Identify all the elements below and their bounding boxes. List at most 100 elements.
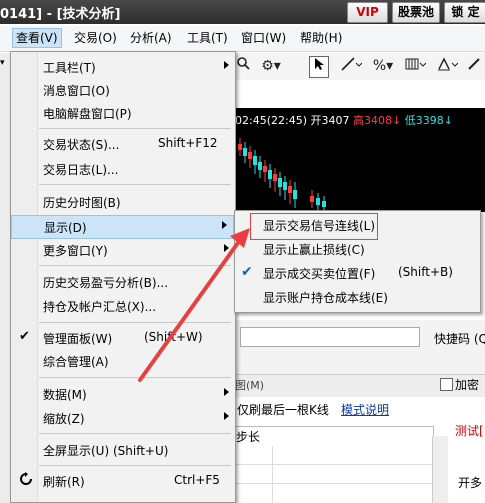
menu-item-label: 持仓及帐户汇总(X)... [43, 300, 157, 314]
chart-open: 开3407 [310, 114, 350, 127]
menu-item-shortcut: Ctrl+F5 [174, 473, 220, 487]
submenu-item-stop-lines[interactable]: 显示止赢止损线(C) [235, 237, 480, 261]
menu-item-shortcut: Shift+F12 [158, 136, 218, 150]
menu-separator [39, 128, 231, 129]
window-title: 0141] - [技术分析] [0, 7, 121, 22]
grid-scrollbar[interactable] [432, 436, 448, 503]
submenu-arrow-icon [224, 244, 229, 252]
checkmark-icon: ✔ [241, 264, 253, 280]
ruler-tool-icon[interactable] [465, 56, 483, 76]
annotation-highlight-box [250, 213, 378, 240]
test-label: 测试[ [455, 424, 484, 438]
submenu-arrow-icon [224, 388, 229, 396]
encrypt-checkbox[interactable] [440, 378, 453, 391]
menu-item-label: 刷新(R) [43, 475, 85, 489]
menu-item-trade-status[interactable]: 交易状态(S)... Shift+F12 [11, 133, 235, 155]
chart-time: 02:45(22:45) [235, 114, 307, 127]
menu-item-message-window[interactable]: 消息窗口(O) [11, 79, 235, 101]
down-arrow-icon: ↓ [443, 114, 453, 127]
menu-item-label: 数据(M) [43, 388, 87, 402]
cursor-icon[interactable] [309, 56, 329, 78]
menu-item-analysis-window[interactable]: 电脑解盘窗口(P) [11, 102, 235, 124]
menu-window[interactable]: 窗口(W) [238, 29, 289, 47]
menu-bar: 查看(V) 交易(O) 分析(A) 工具(T) 窗口(W) 帮助(H) [0, 26, 485, 52]
submenu-item-shortcut: (Shift+B) [398, 265, 453, 279]
view-menu-dropdown: 工具栏(T) 消息窗口(O) 电脑解盘窗口(P) 交易状态(S)... Shif… [10, 51, 236, 503]
fibonacci-tool-icon[interactable] [402, 56, 428, 76]
menu-item-fullscreen[interactable]: 全屏显示(U) (Shift+U) [11, 439, 235, 461]
menu-item-label: 交易日志(L)... [43, 163, 119, 177]
menu-item-label: 管理面板(W) [43, 332, 113, 346]
menu-item-label: 电脑解盘窗口(P) [43, 107, 132, 121]
chart-high: 高3408 [352, 114, 392, 127]
menu-separator [39, 265, 231, 266]
only-last-k-option[interactable]: 仅刷最后一根K线 [237, 401, 329, 418]
settings-gear-icon[interactable]: ⚙▾ [258, 56, 284, 76]
menu-item-history-time-chart[interactable]: 历史分时图(B) [11, 191, 235, 213]
param-grid[interactable] [232, 446, 432, 503]
menu-separator [39, 184, 231, 185]
down-arrow-icon: ↓ [391, 114, 402, 127]
menu-item-history-pnl[interactable]: 历史交易盈亏分析(B)... [11, 271, 235, 293]
percent-tool-icon[interactable]: %▾ [370, 56, 396, 76]
menu-separator [39, 322, 231, 323]
menu-separator [39, 465, 231, 466]
menu-item-label: 显示(D) [44, 221, 87, 235]
stock-pool-button[interactable]: 股票池 [392, 2, 440, 23]
menu-item-label: 工具栏(T) [43, 61, 96, 75]
mode-help-link[interactable]: 模式说明 [341, 401, 389, 418]
chart-low: 低3398 [404, 114, 444, 127]
submenu-item-label: 显示止赢止损线(C) [263, 243, 365, 257]
menu-item-shortcut: (Shift+W) [144, 330, 203, 344]
submenu-item-fill-positions[interactable]: ✔ 显示成交买卖位置(F) (Shift+B) [235, 261, 480, 285]
vip-button[interactable]: VIP [347, 2, 388, 23]
chart-ohlc-readout: 02:45(22:45) 开3407 高3408↓ 低3398↓ [235, 112, 453, 128]
menu-help[interactable]: 帮助(H) [297, 29, 345, 47]
zoom-icon[interactable] [234, 56, 252, 76]
submenu-arrow-icon [224, 61, 229, 69]
menu-item-data[interactable]: 数据(M) [11, 383, 235, 405]
menu-item-more-windows[interactable]: 更多窗口(Y) [11, 239, 235, 261]
left-dropdown-icon[interactable]: ▾ [0, 58, 10, 72]
line-tool-icon[interactable] [338, 56, 364, 76]
param-grid-header [232, 426, 434, 447]
tab-chart-fragment[interactable]: 图(M) [235, 377, 264, 393]
menu-item-toolbar[interactable]: 工具栏(T) [11, 56, 235, 78]
menu-item-display[interactable]: 显示(D) [11, 215, 234, 239]
checkmark-icon: ✔ [19, 329, 30, 344]
menu-item-label: 更多窗口(Y) [43, 244, 108, 258]
submenu-arrow-icon [222, 221, 227, 229]
menu-item-label: 历史分时图(B) [43, 196, 121, 210]
encrypt-label: 加密 [455, 378, 480, 392]
menu-item-general-manage[interactable]: 综合管理(A) [11, 350, 235, 372]
left-panel-strip [0, 53, 10, 503]
lock-button[interactable]: 锁 定 [444, 2, 485, 23]
menu-item-label: 消息窗口(O) [43, 84, 110, 98]
open-long-label[interactable]: 开多 [458, 474, 482, 491]
menu-item-label: 交易状态(S)... [43, 138, 120, 152]
submenu-arrow-icon [224, 412, 229, 420]
menu-item-trade-log[interactable]: 交易日志(L)... [11, 158, 235, 180]
menu-item-label: 缩放(Z) [43, 412, 85, 426]
quick-code-input[interactable] [240, 327, 420, 347]
submenu-item-label: 显示成交买卖位置(F) [263, 267, 376, 281]
menu-separator [39, 377, 231, 378]
menu-item-zoom[interactable]: 缩放(Z) [11, 407, 235, 429]
menu-item-label: 全屏显示(U) (Shift+U) [43, 444, 169, 458]
menu-separator [39, 433, 231, 434]
submenu-item-label: 显示账户持仓成本线(E) [263, 291, 388, 305]
menu-analysis[interactable]: 分析(A) [127, 29, 175, 47]
text-tool-icon[interactable] [434, 56, 460, 76]
refresh-icon [19, 472, 33, 490]
menu-item-refresh[interactable]: 刷新(R) Ctrl+F5 [11, 470, 235, 492]
menu-item-positions-summary[interactable]: 持仓及帐户汇总(X)... [11, 295, 235, 317]
menu-view[interactable]: 查看(V) [12, 28, 62, 48]
submenu-item-cost-line[interactable]: 显示账户持仓成本线(E) [235, 285, 480, 309]
quick-code-label: 快捷码 (Q [434, 332, 485, 346]
menu-item-label: 历史交易盈亏分析(B)... [43, 276, 169, 290]
menu-item-manage-panel[interactable]: ✔ 管理面板(W) (Shift+W) [11, 327, 235, 349]
menu-item-label: 综合管理(A) [43, 355, 109, 369]
step-column-header: 步长 [236, 430, 261, 444]
menu-tools[interactable]: 工具(T) [184, 29, 231, 47]
menu-trade[interactable]: 交易(O) [71, 29, 120, 47]
